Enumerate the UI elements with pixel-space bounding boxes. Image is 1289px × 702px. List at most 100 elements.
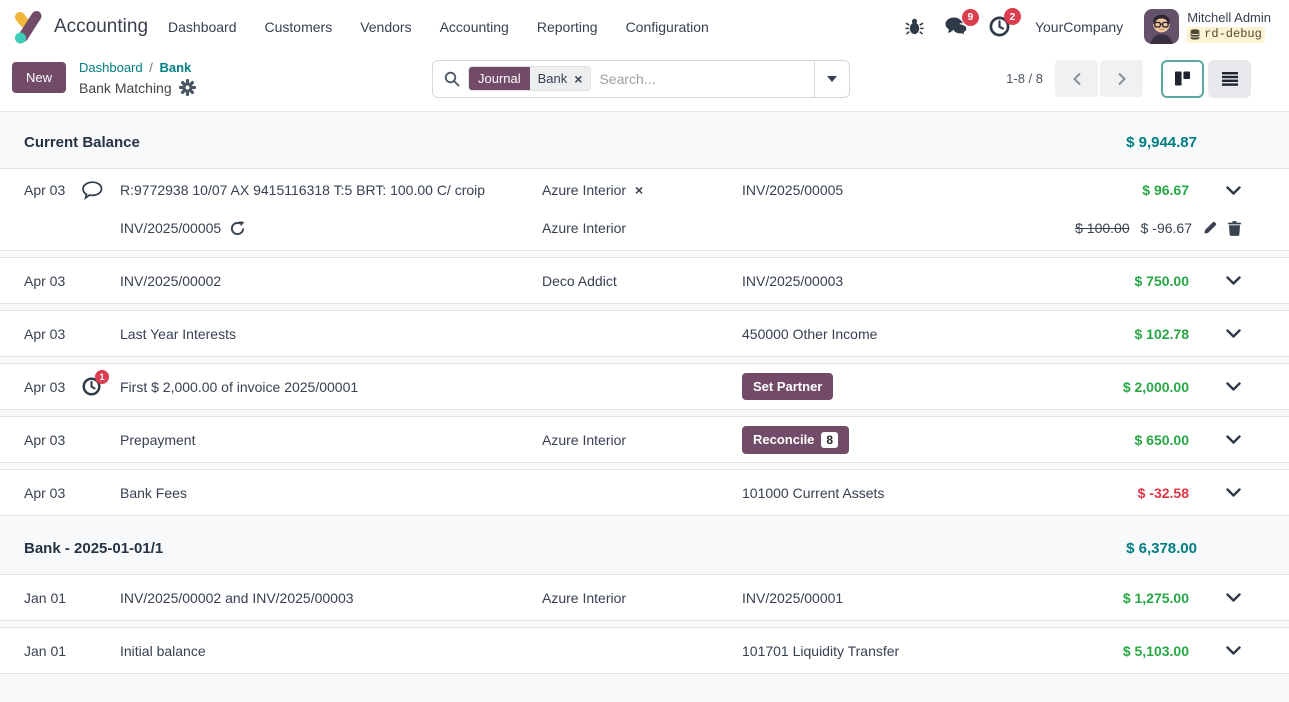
row-counterpart: INV/2025/00005: [742, 182, 843, 198]
row-partner: Deco Addict: [542, 273, 617, 289]
row-main-line: Apr 03 Last Year Interests: [0, 311, 1289, 356]
messages-count-badge: 9: [962, 9, 979, 26]
row-main-line: Apr 03 Bank Fees ×: [0, 470, 1289, 515]
edit-pencil-icon[interactable]: [1203, 221, 1217, 235]
activity-count-badge: 1: [95, 370, 109, 384]
transaction-row[interactable]: Jan 01 INV/2025/00002 and INV/2025/00003: [0, 574, 1289, 621]
expand-chevron[interactable]: [1201, 382, 1241, 391]
nav-menu-item[interactable]: Vendors: [360, 19, 411, 35]
app-logo-icon[interactable]: [12, 10, 44, 44]
new-button[interactable]: New: [12, 62, 66, 93]
action-button[interactable]: Reconcile 8: [742, 426, 849, 454]
row-amount: $ 750.00: [970, 273, 1201, 289]
action-button-count: 8: [821, 432, 838, 448]
expand-chevron[interactable]: [1201, 646, 1241, 655]
top-navbar: Accounting Dashboard Customers Vendors A…: [0, 0, 1289, 53]
section-title: Bank - 2025-01-01/1: [24, 540, 163, 557]
control-panel: New Dashboard / Bank Bank Matching: [0, 53, 1289, 111]
expand-chevron[interactable]: [1201, 435, 1241, 444]
gear-icon[interactable]: [179, 79, 196, 96]
pager-next-button[interactable]: [1100, 60, 1143, 97]
message-bubble-icon[interactable]: [82, 181, 103, 200]
row-label: INV/2025/00002 and INV/2025/00003: [120, 590, 542, 606]
row-amount: $ 102.78: [970, 326, 1201, 342]
user-menu[interactable]: Mitchell Admin rd-debug: [1144, 9, 1271, 44]
debug-branch-chip: rd-debug: [1187, 27, 1265, 43]
activities-clock-icon[interactable]: 2: [989, 16, 1010, 37]
search-facet-label: Journal: [469, 67, 530, 90]
chevron-down-icon: [1226, 329, 1241, 338]
row-amount: $ 5,103.00: [970, 643, 1201, 659]
expand-chevron[interactable]: [1201, 593, 1241, 602]
expand-chevron[interactable]: [1201, 186, 1241, 195]
nav-menu-item[interactable]: Configuration: [626, 19, 709, 35]
expand-chevron[interactable]: [1201, 488, 1241, 497]
search-dropdown-toggle[interactable]: [814, 61, 849, 97]
transaction-row[interactable]: Apr 03 INV/2025/00002 Deco Addict: [0, 257, 1289, 304]
transaction-row[interactable]: Jan 01 Initial balance ×: [0, 627, 1289, 674]
search-icon: [444, 71, 460, 87]
search-input[interactable]: [597, 70, 814, 88]
page-title: Bank Matching: [79, 78, 172, 98]
transaction-row[interactable]: Apr 03 Bank Fees ×: [0, 469, 1289, 516]
remove-partner-icon[interactable]: ×: [635, 183, 643, 197]
trash-icon[interactable]: [1228, 221, 1241, 236]
debug-branch-label: rd-debug: [1204, 27, 1262, 43]
row-partner: Azure Interior: [542, 182, 626, 198]
row-label: Last Year Interests: [120, 326, 542, 342]
messages-icon[interactable]: 9: [945, 17, 968, 37]
row-partner: Azure Interior: [542, 432, 626, 448]
detail-original-amount: $ 100.00: [1075, 220, 1130, 236]
breadcrumb-dashboard-link[interactable]: Dashboard: [79, 60, 143, 75]
section-title: Current Balance: [24, 134, 140, 151]
transaction-row[interactable]: Apr 03 R:9772938 10/07 AX 9415116318 T:5…: [0, 168, 1289, 251]
row-main-line: Apr 03 INV/2025/00002 Deco Addict: [0, 258, 1289, 303]
action-button[interactable]: Set Partner: [742, 373, 833, 400]
row-main-line: Jan 01 INV/2025/00002 and INV/2025/00003: [0, 575, 1289, 620]
row-label: R:9772938 10/07 AX 9415116318 T:5 BRT: 1…: [120, 182, 542, 198]
nav-menu: Dashboard Customers Vendors Accounting R…: [168, 19, 709, 35]
nav-menu-item[interactable]: Customers: [265, 19, 333, 35]
row-main-line: Apr 03 Prepayment Azure Interior: [0, 417, 1289, 462]
row-label: Prepayment: [120, 432, 542, 448]
row-label: INV/2025/00002: [120, 273, 542, 289]
row-counterpart: 101000 Current Assets: [742, 485, 884, 501]
list-icon: [1222, 72, 1238, 86]
nav-menu-item[interactable]: Reporting: [537, 19, 598, 35]
row-label: First $ 2,000.00 of invoice 2025/00001: [120, 379, 542, 395]
transaction-row[interactable]: Apr 03 Last Year Interests: [0, 310, 1289, 357]
row-amount: $ 650.00: [970, 432, 1201, 448]
company-switcher[interactable]: YourCompany: [1035, 19, 1123, 35]
expand-chevron[interactable]: [1201, 276, 1241, 285]
search-bar[interactable]: Journal Bank ×: [432, 60, 850, 98]
search-facet: Journal Bank ×: [468, 66, 591, 91]
breadcrumb: Dashboard / Bank: [79, 59, 196, 78]
activities-count-badge: 2: [1004, 8, 1021, 25]
refresh-icon[interactable]: [230, 221, 245, 236]
kanban-view-button[interactable]: [1161, 60, 1204, 98]
section-balance: $ 9,944.87: [1126, 134, 1197, 151]
list-view-button[interactable]: [1208, 60, 1251, 98]
bug-icon[interactable]: [905, 17, 924, 36]
nav-menu-item[interactable]: Dashboard: [168, 19, 237, 35]
row-counterpart: 450000 Other Income: [742, 326, 877, 342]
section-balance: $ 6,378.00: [1126, 540, 1197, 557]
section-header: Bank - 2025-01-01/1 $ 6,378.00: [0, 522, 1289, 574]
chevron-left-icon: [1072, 72, 1082, 86]
row-main-line: Apr 03 R:9772938 10/07 AX 9415116318 T:5…: [0, 171, 1289, 209]
transaction-row[interactable]: Apr 03 1 First $ 2,000.00 of invoice 202…: [0, 363, 1289, 410]
detail-move-label: INV/2025/00005: [120, 220, 221, 236]
breadcrumb-bank-link[interactable]: Bank: [160, 60, 192, 75]
row-label: Bank Fees: [120, 485, 542, 501]
transaction-row[interactable]: Apr 03 Prepayment Azure Interior: [0, 416, 1289, 463]
activity-clock-icon[interactable]: 1: [82, 377, 101, 396]
facet-remove-icon[interactable]: ×: [574, 72, 582, 86]
row-amount: $ 2,000.00: [970, 379, 1201, 395]
detail-residual-amount: $ -96.67: [1141, 220, 1192, 236]
app-name[interactable]: Accounting: [54, 16, 148, 38]
expand-chevron[interactable]: [1201, 329, 1241, 338]
pager-previous-button[interactable]: [1055, 60, 1098, 97]
chevron-down-icon: [1226, 488, 1241, 497]
row-date: Apr 03: [24, 326, 82, 342]
nav-menu-item[interactable]: Accounting: [440, 19, 509, 35]
